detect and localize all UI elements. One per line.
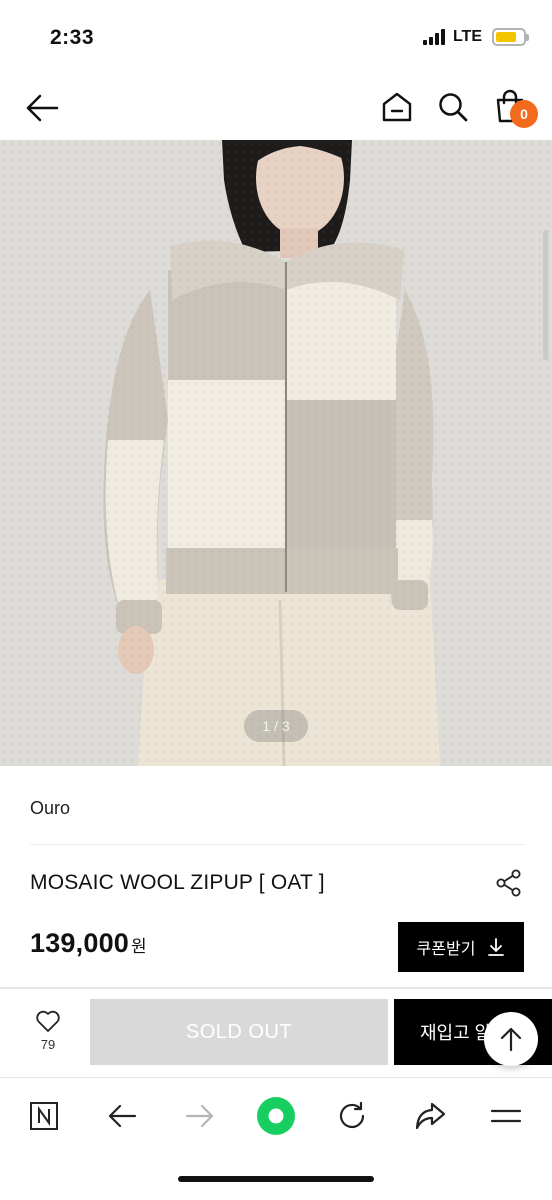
- naver-n-icon: [30, 1102, 58, 1130]
- search-icon: [439, 93, 468, 122]
- coupon-button[interactable]: 쿠폰받기: [398, 922, 524, 972]
- like-count: 79: [40, 1037, 56, 1052]
- browser-forward-button[interactable]: [180, 1096, 220, 1136]
- browser-menu-button[interactable]: [486, 1096, 526, 1136]
- back-arrow-icon: [26, 94, 59, 122]
- status-bar: 2:33 LTE: [0, 0, 552, 74]
- battery-icon: [492, 28, 529, 46]
- battery-fill: [496, 32, 516, 42]
- share-nodes-icon: [496, 869, 521, 897]
- home-button[interactable]: [378, 88, 416, 126]
- price-amount: 139,000: [30, 928, 129, 958]
- model-photo: [0, 140, 552, 766]
- browser-home-button[interactable]: [256, 1096, 296, 1136]
- network-label: LTE: [452, 28, 482, 45]
- search-button[interactable]: [434, 88, 472, 126]
- naver-button[interactable]: [24, 1096, 64, 1136]
- coupon-label: 쿠폰받기: [416, 941, 476, 958]
- green-home-icon: [257, 1097, 295, 1135]
- browser-back-button[interactable]: [102, 1096, 142, 1136]
- share-icon: [415, 1102, 446, 1130]
- home-icon: [382, 92, 412, 122]
- status-time: 2:33: [50, 26, 95, 49]
- refresh-button[interactable]: [332, 1096, 372, 1136]
- back-button[interactable]: [22, 88, 62, 128]
- signal-icon: [422, 29, 445, 45]
- brand-name[interactable]: Ouro: [30, 798, 70, 819]
- product-title: MOSAIC WOOL ZIPUP [ OAT ]: [30, 871, 325, 894]
- arrow-up-icon: [500, 1027, 522, 1052]
- forward-icon: [185, 1104, 214, 1128]
- heart-icon: [36, 1010, 60, 1032]
- image-pager: 1 / 3: [244, 710, 308, 742]
- divider: [30, 844, 524, 845]
- scroll-to-top-button[interactable]: [484, 1012, 538, 1066]
- product-image[interactable]: [0, 140, 552, 766]
- back-icon: [108, 1104, 137, 1128]
- scroll-indicator: [543, 230, 548, 360]
- download-icon: [488, 938, 505, 956]
- price-currency: 원: [131, 937, 147, 956]
- app-header: [0, 74, 552, 140]
- status-indicators: LTE: [422, 28, 529, 46]
- price: 139,000 원: [30, 928, 147, 959]
- cart-count-badge: 0: [510, 100, 538, 128]
- home-indicator: [178, 1176, 374, 1182]
- like-button[interactable]: 79: [22, 1009, 74, 1065]
- menu-icon: [490, 1109, 522, 1123]
- share-button[interactable]: [494, 868, 524, 898]
- sold-out-button: SOLD OUT: [90, 999, 388, 1065]
- action-bar: 79 SOLD OUT 재입고 알림: [0, 989, 552, 1077]
- browser-share-button[interactable]: [410, 1096, 450, 1136]
- refresh-icon: [339, 1101, 365, 1129]
